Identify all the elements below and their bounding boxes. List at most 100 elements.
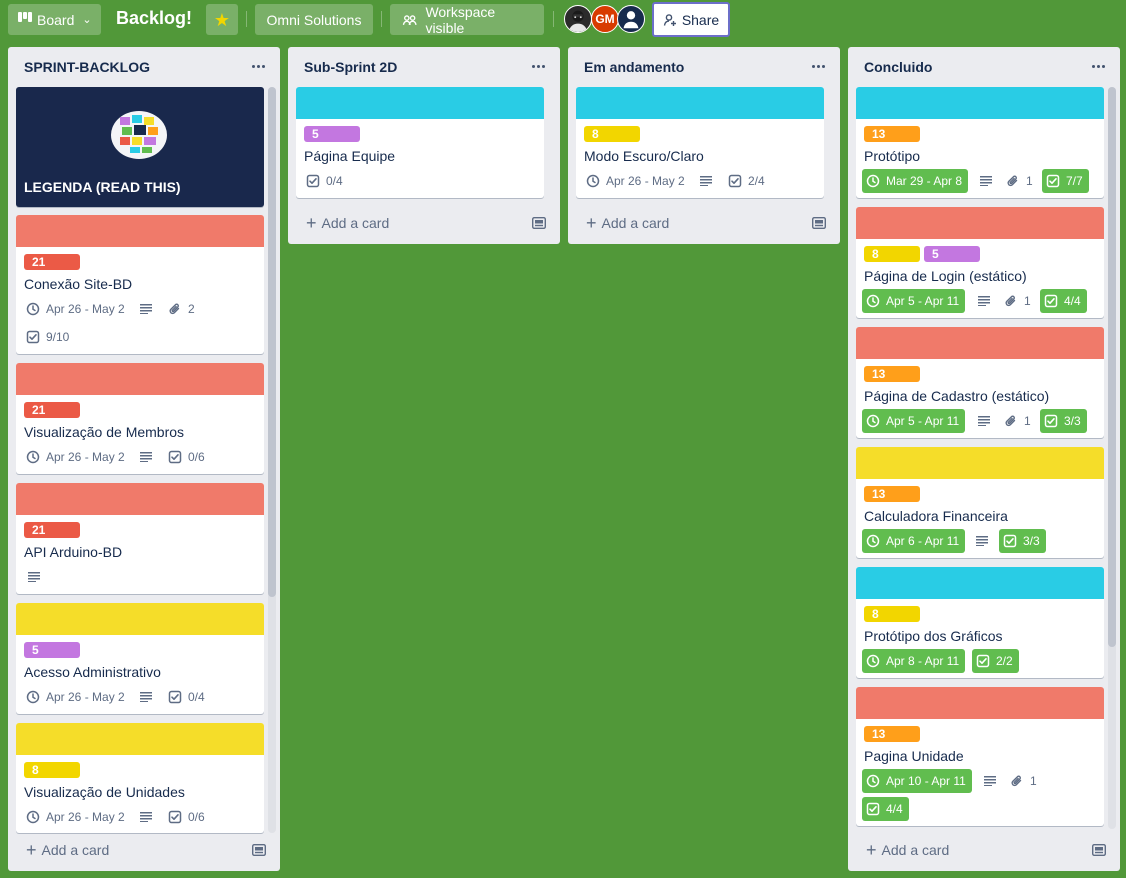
card-cover	[16, 215, 264, 247]
attachments-count: 1	[1026, 174, 1033, 188]
attachment-icon	[1004, 414, 1018, 428]
card-title: Protótipo dos Gráficos	[864, 628, 1003, 644]
due-date-badge-complete[interactable]: Apr 8 - Apr 11	[862, 649, 966, 673]
scrollbar[interactable]	[268, 87, 276, 833]
due-date-badge[interactable]: Apr 26 - May 2	[26, 807, 125, 827]
due-date-badge-complete[interactable]: Apr 6 - Apr 11	[862, 529, 966, 553]
due-date-text: Apr 26 - May 2	[46, 302, 125, 316]
avatar[interactable]	[617, 5, 645, 33]
label-story-points[interactable]: 8	[864, 606, 920, 622]
card-title: Conexão Site-BD	[24, 276, 133, 292]
card-acesso-administrativo[interactable]: 5 Acesso Administrativo Apr 26 - May 2 0…	[16, 603, 264, 714]
card-prototipo[interactable]: 13 Protótipo Mar 29 - Apr 8 1 7/7	[856, 87, 1104, 198]
template-icon[interactable]	[1092, 844, 1106, 856]
due-date-text: Apr 26 - May 2	[46, 810, 125, 824]
card-visualizacao-unidades[interactable]: 8 Visualização de Unidades Apr 26 - May …	[16, 723, 264, 833]
card-cover	[16, 483, 264, 515]
list-em-andamento: Em andamento 8 Modo Escuro/Claro Apr 26 …	[568, 47, 840, 244]
template-icon[interactable]	[532, 217, 546, 229]
list-menu-icon[interactable]	[248, 58, 268, 74]
legend-sticker-image	[111, 111, 167, 159]
card-visualizacao-membros[interactable]: 21 Visualização de Membros Apr 26 - May …	[16, 363, 264, 474]
add-card-label: Add a card	[881, 842, 950, 858]
visibility-label: Workspace visible	[425, 3, 496, 36]
checklist-icon	[1003, 534, 1017, 548]
due-date-badge[interactable]: Apr 26 - May 2	[26, 687, 125, 707]
due-date-badge[interactable]: Apr 26 - May 2	[26, 447, 125, 467]
workspace-button[interactable]: Omni Solutions	[255, 4, 373, 35]
card-api-arduino-bd[interactable]: 21 API Arduino-BD	[16, 483, 264, 594]
add-card-button[interactable]: + Add a card	[576, 209, 669, 237]
attachment-icon	[1004, 294, 1018, 308]
add-card-button[interactable]: + Add a card	[16, 836, 109, 864]
template-icon[interactable]	[812, 217, 826, 229]
due-date-text: Apr 26 - May 2	[606, 174, 685, 188]
card-cover	[856, 567, 1104, 599]
board-view-button[interactable]: Board ⌄	[8, 4, 101, 35]
card-prototipo-graficos[interactable]: 8 Protótipo dos Gráficos Apr 8 - Apr 11 …	[856, 567, 1104, 678]
list-title[interactable]: Sub-Sprint 2D	[288, 47, 560, 85]
list-menu-icon[interactable]	[1088, 58, 1108, 74]
checklist-badge-complete: 4/4	[862, 797, 909, 821]
workspace-visible-icon	[402, 14, 417, 25]
avatar[interactable]: GM	[591, 5, 619, 33]
list-menu-icon[interactable]	[808, 58, 828, 74]
visibility-button[interactable]: Workspace visible	[390, 3, 544, 36]
add-card-button[interactable]: + Add a card	[296, 209, 389, 237]
due-date-badge-complete[interactable]: Apr 5 - Apr 11	[862, 409, 966, 433]
card-conexao-site-bd[interactable]: 21 Conexão Site-BD Apr 26 - May 2 2 9/10	[16, 215, 264, 354]
clock-icon	[26, 690, 40, 704]
board-title[interactable]: Backlog!	[116, 8, 192, 29]
card-calculadora-financeira[interactable]: 13 Calculadora Financeira Apr 6 - Apr 11…	[856, 447, 1104, 558]
template-icon[interactable]	[252, 844, 266, 856]
label-story-points[interactable]: 13	[864, 486, 920, 502]
card-title: Página Equipe	[304, 148, 396, 164]
label-story-points[interactable]: 8	[864, 246, 920, 262]
list-title-text: Em andamento	[584, 59, 685, 75]
label-story-points[interactable]: 21	[24, 254, 80, 270]
label-story-points[interactable]: 5	[304, 126, 360, 142]
card-title: Pagina Unidade	[864, 748, 964, 764]
scrollbar-thumb[interactable]	[268, 87, 276, 597]
list-title[interactable]: SPRINT-BACKLOG	[8, 47, 280, 85]
label-story-points[interactable]: 21	[24, 522, 80, 538]
card-pagina-login[interactable]: 8 5 Página de Login (estático) Apr 5 - A…	[856, 207, 1104, 318]
due-date-text: Apr 6 - Apr 11	[886, 534, 960, 548]
description-icon	[140, 687, 152, 707]
due-date-badge[interactable]: Apr 26 - May 2	[586, 171, 685, 191]
card-pagina-equipe[interactable]: 5 Página Equipe 0/4	[296, 87, 544, 198]
checklist-icon	[866, 802, 880, 816]
label-story-points[interactable]: 13	[864, 366, 920, 382]
list-title[interactable]: Concluido	[848, 47, 1120, 85]
share-button[interactable]: Share	[652, 2, 730, 37]
card-modo-escuro-claro[interactable]: 8 Modo Escuro/Claro Apr 26 - May 2 2/4	[576, 87, 824, 198]
scrollbar-thumb[interactable]	[1108, 87, 1116, 647]
label-story-points[interactable]: 8	[24, 762, 80, 778]
card-title: Página de Cadastro (estático)	[864, 388, 1050, 404]
label-story-points[interactable]: 21	[24, 402, 80, 418]
checklist-count: 0/4	[326, 174, 343, 188]
due-date-badge-complete[interactable]: Apr 5 - Apr 11	[862, 289, 966, 313]
label-story-points[interactable]: 8	[584, 126, 640, 142]
star-button[interactable]: ★	[206, 4, 238, 35]
list-title[interactable]: Em andamento	[568, 47, 840, 85]
clock-icon	[866, 174, 880, 188]
scrollbar[interactable]	[1108, 87, 1116, 829]
avatar[interactable]	[564, 5, 592, 33]
card-pagina-unidade[interactable]: 13 Pagina Unidade Apr 10 - Apr 11 1 4/4	[856, 687, 1104, 826]
card-legenda[interactable]: LEGENDA (READ THIS)	[16, 87, 264, 207]
label-story-points[interactable]: 5	[924, 246, 980, 262]
due-date-badge-complete[interactable]: Apr 10 - Apr 11	[862, 769, 972, 793]
label-story-points[interactable]: 5	[24, 642, 80, 658]
board-header: Board ⌄ Backlog! ★ Omni Solutions Worksp…	[0, 0, 1126, 38]
list-title-text: Sub-Sprint 2D	[304, 59, 398, 75]
due-date-badge[interactable]: Apr 26 - May 2	[26, 299, 125, 319]
list-menu-icon[interactable]	[528, 58, 548, 74]
checklist-count: 3/3	[1023, 534, 1040, 548]
due-date-badge-complete[interactable]: Mar 29 - Apr 8	[862, 169, 969, 193]
label-story-points[interactable]: 13	[864, 726, 920, 742]
add-card-button[interactable]: + Add a card	[856, 836, 949, 864]
label-story-points[interactable]: 13	[864, 126, 920, 142]
due-date-text: Apr 8 - Apr 11	[886, 654, 960, 668]
card-pagina-cadastro[interactable]: 13 Página de Cadastro (estático) Apr 5 -…	[856, 327, 1104, 438]
